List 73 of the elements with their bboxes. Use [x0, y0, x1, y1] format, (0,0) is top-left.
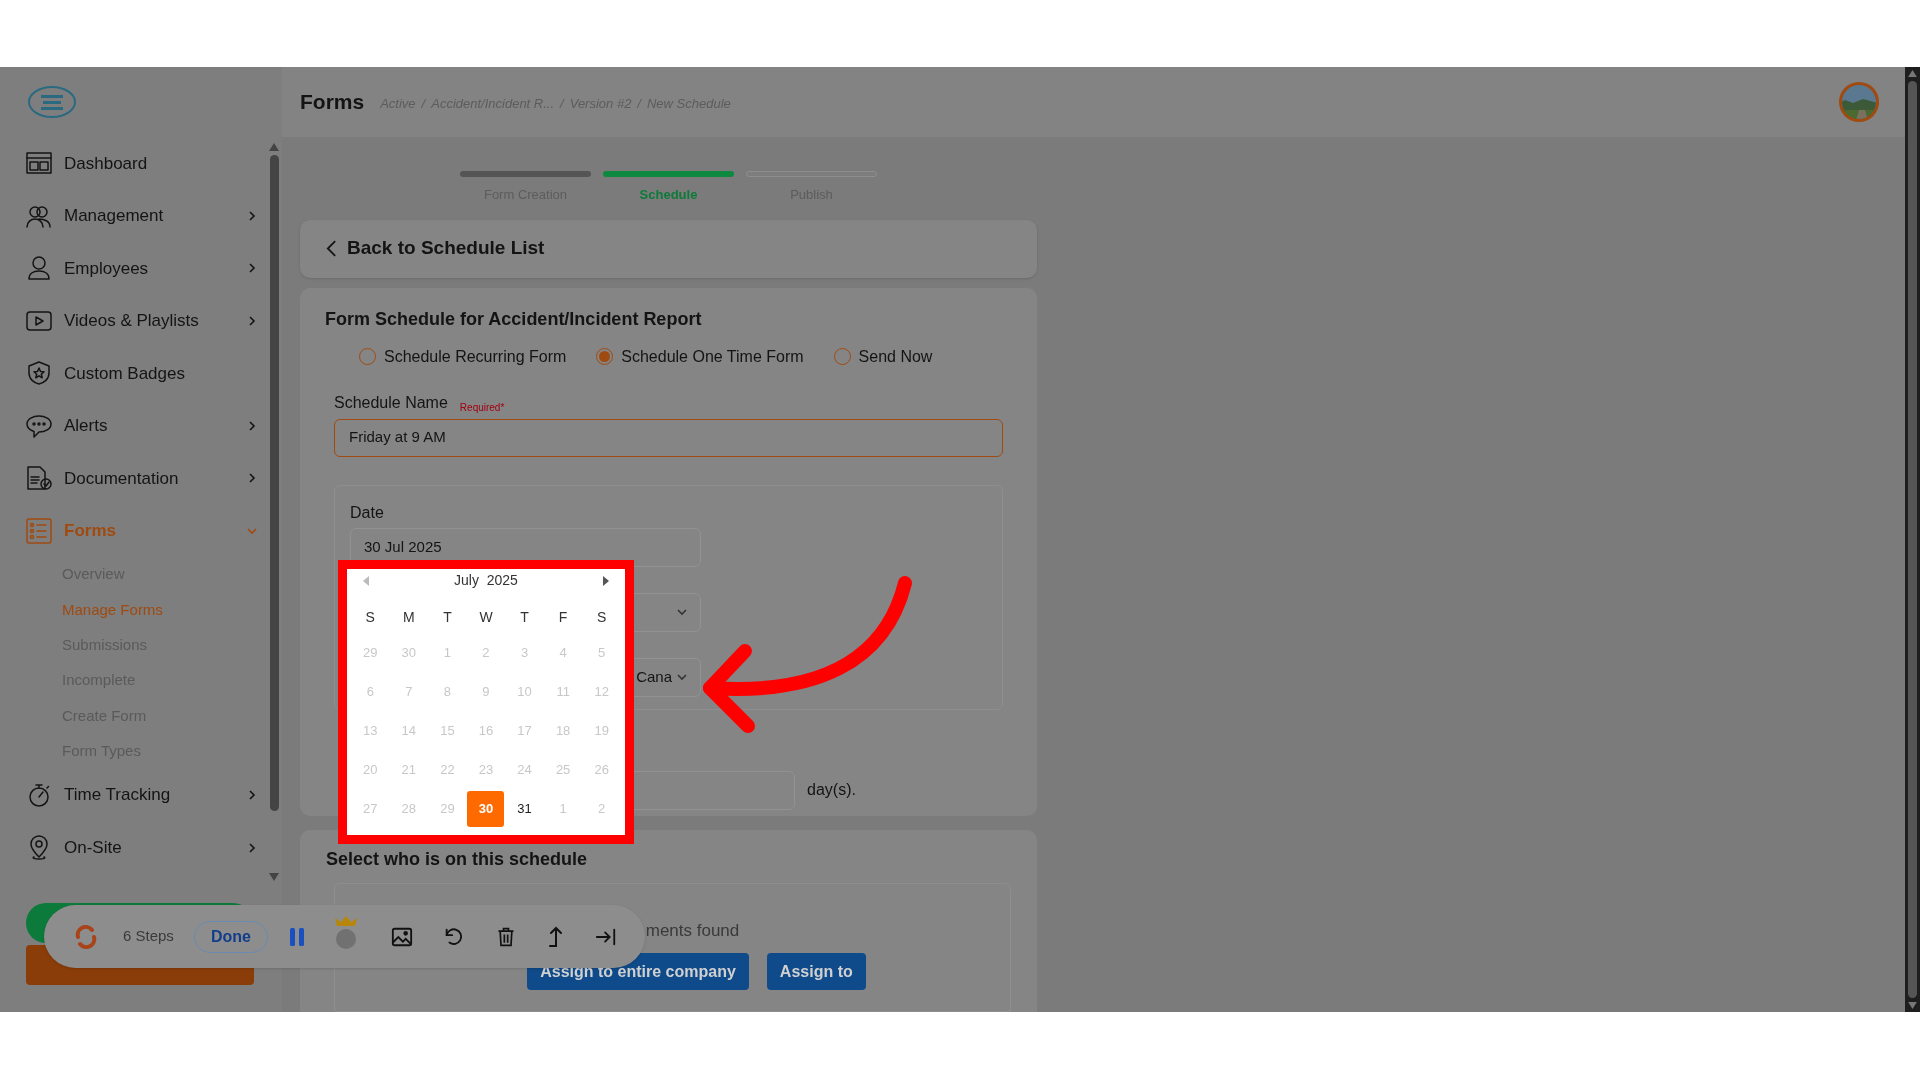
- weekday-label: M: [402, 608, 416, 627]
- sidebar-item[interactable]: Forms: [26, 504, 262, 557]
- section-title: Select who is on this schedule: [326, 847, 589, 871]
- avatar[interactable]: [1837, 80, 1881, 124]
- radio-option[interactable]: Schedule One Time Form: [596, 344, 804, 369]
- calendar-day[interactable]: 30: [467, 790, 505, 827]
- sidebar-item[interactable]: Videos & Playlists: [26, 294, 262, 347]
- dashboard-icon: [26, 150, 52, 177]
- field-label: Date: [350, 502, 385, 523]
- image-icon[interactable]: [389, 925, 414, 948]
- chevron-down-icon: [676, 671, 688, 683]
- sidebar-item[interactable]: Dashboard: [26, 137, 262, 190]
- page-scrollbar[interactable]: [1905, 67, 1920, 1012]
- weekday-label: T: [442, 608, 453, 627]
- page-title: Forms: [300, 89, 365, 116]
- logo-icon: [27, 85, 77, 119]
- sidebar-item[interactable]: Time Tracking: [26, 768, 262, 822]
- scrollbar-thumb[interactable]: [1908, 81, 1917, 998]
- stopwatch-icon: [26, 782, 52, 809]
- pause-icon[interactable]: [289, 927, 304, 946]
- scroll-up-icon[interactable]: [269, 143, 279, 151]
- scroll-down-icon[interactable]: [1908, 1002, 1917, 1009]
- assign-button[interactable]: Assign to: [766, 953, 866, 990]
- chevron-down-icon: [676, 606, 688, 618]
- weekday-label: F: [557, 608, 569, 627]
- next-month-icon[interactable]: [603, 575, 609, 586]
- arrow-up-icon[interactable]: [546, 924, 563, 949]
- scrollbar-thumb[interactable]: [270, 155, 279, 811]
- chevron-right-icon: [246, 209, 258, 222]
- scroll-down-icon[interactable]: [269, 873, 279, 881]
- skip-to-end-icon[interactable]: [594, 926, 617, 947]
- weekday-label: S: [596, 608, 608, 627]
- field-label: Schedule Name: [334, 392, 448, 413]
- back-link[interactable]: Back to Schedule List: [347, 234, 545, 263]
- weekday-label: S: [364, 608, 376, 627]
- chevron-right-icon: [246, 841, 258, 854]
- chevron-right-icon: [246, 472, 258, 485]
- chevron-right-icon: [246, 314, 258, 327]
- sidebar-item[interactable]: Management: [26, 189, 262, 242]
- list-icon: [26, 517, 52, 544]
- sidebar-item[interactable]: Employees: [26, 242, 262, 295]
- radio-option[interactable]: Send Now: [833, 344, 933, 369]
- breadcrumb-separator: /: [421, 95, 426, 114]
- scroll-up-icon[interactable]: [1908, 70, 1917, 77]
- sidebar-item[interactable]: Documentation: [26, 452, 262, 505]
- swirl-logo-icon: [74, 924, 98, 949]
- user-icon: [26, 255, 52, 282]
- chat-icon: [26, 412, 52, 439]
- schedule-name-field[interactable]: Friday at 9 AM: [334, 418, 1003, 457]
- document-icon: [26, 465, 52, 492]
- step-count: 6 Steps: [123, 926, 174, 947]
- calendar-day[interactable]: 31: [506, 790, 544, 827]
- chevron-right-icon: [246, 262, 258, 275]
- required-label: Required*: [459, 400, 505, 415]
- weekday-label: T: [519, 608, 530, 627]
- previous-month-icon[interactable]: [363, 575, 369, 586]
- submenu-item[interactable]: Manage Forms: [26, 592, 262, 628]
- chevron-right-icon: [246, 419, 258, 432]
- section-title: Form Schedule for Accident/Incident Report: [325, 307, 703, 331]
- badge-icon: [26, 360, 52, 387]
- chevron-right-icon: [246, 789, 258, 802]
- breadcrumb-separator: /: [637, 95, 641, 114]
- radio-option[interactable]: Schedule Recurring Form: [359, 344, 567, 369]
- breadcrumb-separator: /: [560, 95, 564, 114]
- sidebar-item[interactable]: Custom Badges: [26, 347, 262, 400]
- weekday-label: W: [478, 608, 494, 627]
- empty-message: ments found: [645, 919, 740, 942]
- step-label: Schedule: [639, 186, 698, 204]
- calendar-month: July 2025: [454, 571, 518, 590]
- days-suffix: day(s).: [807, 780, 856, 800]
- crown-icon[interactable]: [333, 915, 358, 950]
- sidebar-item[interactable]: On-Site: [26, 821, 262, 874]
- sidebar-item[interactable]: Alerts: [26, 399, 262, 452]
